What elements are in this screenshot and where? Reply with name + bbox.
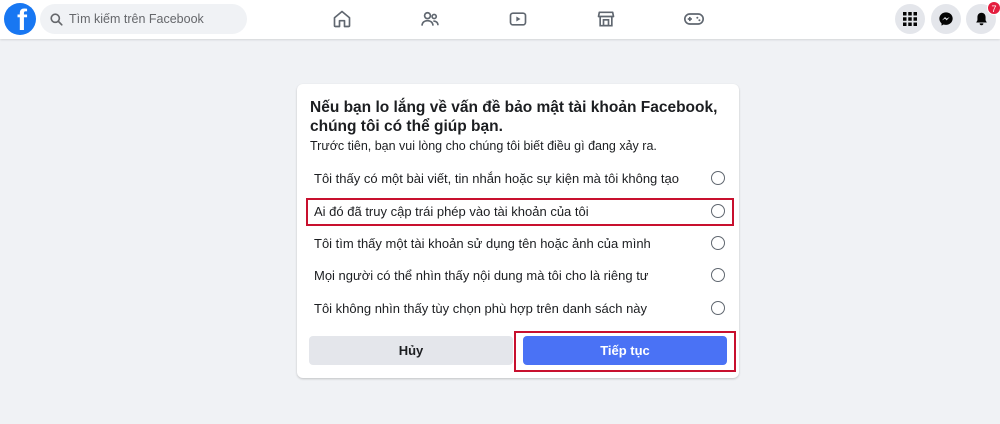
radio-button[interactable] [711,268,725,282]
continue-button[interactable]: Tiếp tục [523,336,727,365]
menu-button[interactable] [895,4,925,34]
option-unauthorized-access[interactable]: Ai đó đã truy cập trái phép vào tài khoả… [307,198,733,224]
gaming-icon [684,13,704,25]
radio-button[interactable] [711,301,725,315]
video-icon [509,12,527,26]
facebook-logo[interactable]: f [4,3,36,35]
option-none-match[interactable]: Tôi không nhìn thấy tùy chọn phù hợp trê… [307,295,733,321]
option-impersonation[interactable]: Tôi tìm thấy một tài khoản sử dụng tên h… [307,230,733,256]
search-box[interactable] [40,4,247,34]
option-private-content-visible[interactable]: Mọi người có thể nhìn thấy nội dung mà t… [307,262,733,288]
radio-button[interactable] [711,204,725,218]
messenger-button[interactable] [931,4,961,34]
dialog-subtitle: Trước tiên, bạn vui lòng cho chúng tôi b… [310,139,657,153]
search-icon [50,12,63,26]
radio-button[interactable] [711,171,725,185]
messenger-icon [939,12,953,26]
notifications-button[interactable]: 7 [966,1,1000,34]
option-label: Ai đó đã truy cập trái phép vào tài khoả… [314,203,589,219]
option-label: Mọi người có thể nhìn thấy nội dung mà t… [314,267,649,283]
nav-home[interactable] [326,5,358,33]
cancel-button[interactable]: Hủy [309,336,513,365]
home-icon [333,10,351,28]
top-navigation-bar: f Tìm kiếm trên Facebook 7 [0,0,1000,39]
option-label: Tôi không nhìn thấy tùy chọn phù hợp trê… [314,300,648,316]
notification-count-badge: 7 [987,1,1000,15]
option-label: Tôi tìm thấy một tài khoản sử dụng tên h… [314,235,651,251]
facebook-logo-letter: f [17,4,27,36]
search-input[interactable] [69,12,239,26]
bell-icon [975,12,987,26]
dialog-title: Nếu bạn lo lắng về vấn đề bảo mật tài kh… [310,99,718,135]
option-label: Tôi thấy có một bài viết, tin nhắn hoặc … [314,170,679,186]
security-help-dialog: Nếu bạn lo lắng về vấn đề bảo mật tài kh… [297,84,739,378]
nav-watch[interactable] [502,5,534,33]
marketplace-icon [597,11,615,27]
option-unrecognized-content[interactable]: Tôi thấy có một bài viết, tin nhắn hoặc … [307,165,733,191]
friends-icon [421,11,439,26]
nav-gaming[interactable] [678,5,710,33]
nav-friends[interactable] [414,5,446,33]
nav-marketplace[interactable] [590,5,622,33]
radio-button[interactable] [711,236,725,250]
grid-menu-icon [903,12,917,26]
